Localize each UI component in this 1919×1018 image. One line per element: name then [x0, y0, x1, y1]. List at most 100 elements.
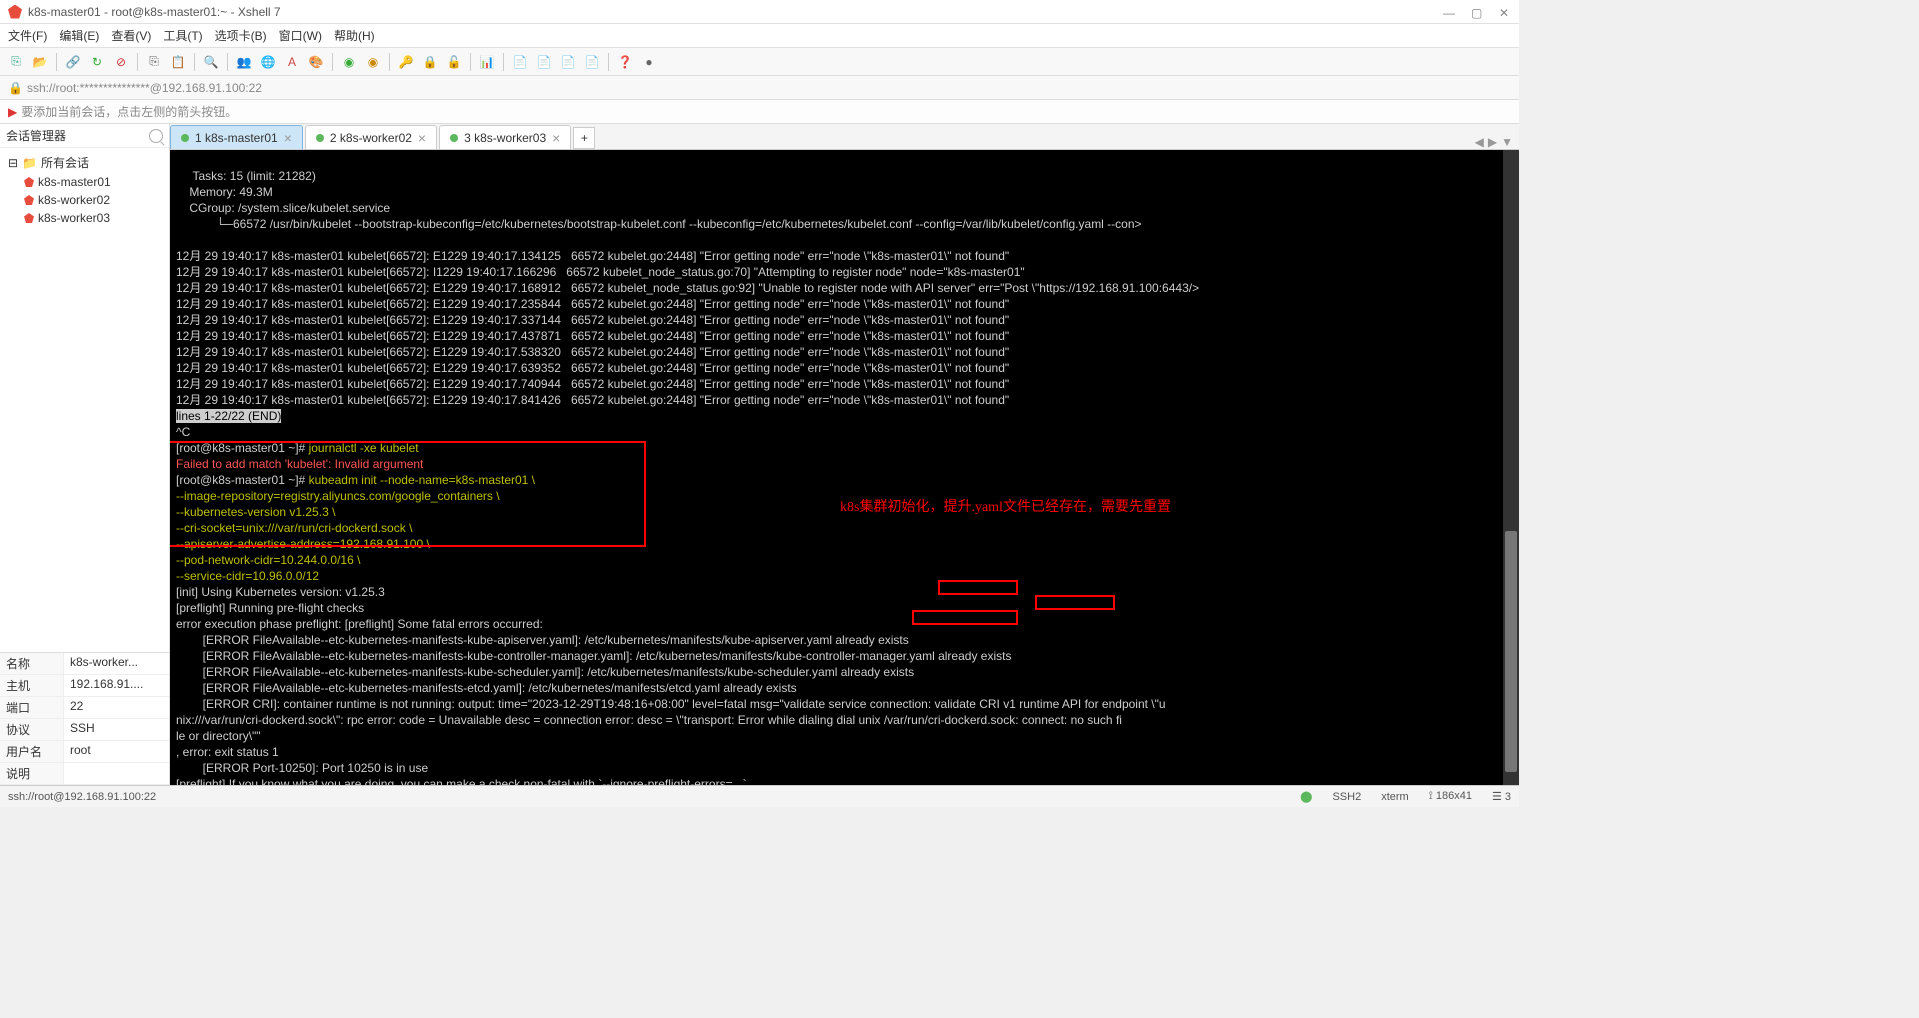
menu-help[interactable]: 帮助(H) — [334, 27, 375, 44]
tree-root[interactable]: ⊟ 📁 所有会话 — [0, 152, 169, 173]
menu-tools[interactable]: 工具(T) — [163, 27, 202, 44]
tab-worker03[interactable]: 3 k8s-worker03 × — [439, 125, 571, 149]
prop-name-v: k8s-worker... — [64, 653, 169, 674]
minimize-button[interactable]: — — [1443, 6, 1455, 18]
tab-worker02[interactable]: 2 k8s-worker02 × — [305, 125, 437, 149]
new-session-icon[interactable]: ⎘ — [8, 54, 24, 70]
open-icon[interactable]: 📂 — [32, 54, 48, 70]
session-tree: ⊟ 📁 所有会话 k8s-master01 k8s-worker02 k8s-w… — [0, 148, 169, 652]
lock-icon[interactable]: 🔒 — [422, 54, 438, 70]
annotation-box-4 — [912, 610, 1018, 625]
tree-item-master01[interactable]: k8s-master01 — [0, 173, 169, 191]
prop-port-k: 端口 — [0, 697, 64, 718]
separator — [503, 53, 504, 71]
help-icon[interactable]: ❓ — [617, 54, 633, 70]
unlock-icon[interactable]: 🔓 — [446, 54, 462, 70]
status-term: xterm — [1381, 791, 1409, 803]
key-icon[interactable]: 🔑 — [398, 54, 414, 70]
tree-item-label: k8s-master01 — [38, 175, 111, 189]
toolbar: ⎘ 📂 🔗 ↻ ⊘ ⎘ 📋 🔍 👥 🌐 A 🎨 ◉ ◉ 🔑 🔒 🔓 📊 📄 📄 … — [0, 48, 1519, 76]
paste-icon[interactable]: 📋 — [170, 54, 186, 70]
tab-add-button[interactable]: + — [573, 127, 595, 149]
font-icon[interactable]: A — [284, 54, 300, 70]
address-text[interactable]: ssh://root:***************@192.168.91.10… — [27, 81, 262, 95]
doc-icon[interactable]: 📄 — [512, 54, 528, 70]
link-icon[interactable]: 🔗 — [65, 54, 81, 70]
folder-icon: 📁 — [22, 156, 37, 170]
tab-master01[interactable]: 1 k8s-master01 × — [170, 125, 303, 149]
terminal[interactable]: Tasks: 15 (limit: 21282) Memory: 49.3M C… — [170, 150, 1519, 785]
app-icon — [8, 5, 22, 19]
host-icon — [24, 195, 34, 205]
menu-tabs[interactable]: 选项卡(B) — [215, 27, 267, 44]
prop-name-k: 名称 — [0, 653, 64, 674]
tab-menu-icon[interactable]: ▼ — [1501, 135, 1513, 149]
doc2-icon[interactable]: 📄 — [536, 54, 552, 70]
scrollbar-thumb[interactable] — [1505, 531, 1517, 772]
doc3-icon[interactable]: 📄 — [560, 54, 576, 70]
separator — [227, 53, 228, 71]
term-line: ^C — [176, 425, 190, 439]
term-line: [ERROR Port-10250]: Port 10250 is in use — [176, 761, 428, 775]
tree-item-worker03[interactable]: k8s-worker03 — [0, 209, 169, 227]
term-line: 12月 29 19:40:17 k8s-master01 kubelet[665… — [176, 249, 1009, 263]
status-dot-icon — [181, 134, 189, 142]
term-line: , error: exit status 1 — [176, 745, 279, 759]
maximize-button[interactable]: ▢ — [1471, 6, 1483, 18]
disconnect-icon[interactable]: ⊘ — [113, 54, 129, 70]
term-line: [ERROR FileAvailable--etc-kubernetes-man… — [176, 681, 797, 695]
term-line: CGroup: /system.slice/kubelet.service — [176, 201, 390, 215]
host-icon — [24, 177, 34, 187]
content-area: 1 k8s-master01 × 2 k8s-worker02 × 3 k8s-… — [170, 124, 1519, 785]
term-line: 12月 29 19:40:17 k8s-master01 kubelet[665… — [176, 281, 1199, 295]
sidebar-search-icon[interactable] — [149, 129, 163, 143]
circle-icon[interactable]: ◉ — [341, 54, 357, 70]
copy-icon[interactable]: ⎘ — [146, 54, 162, 70]
term-line: Tasks: 15 (limit: 21282) — [176, 169, 316, 183]
term-cmd: --pod-network-cidr=10.244.0.0/16 \ — [176, 553, 360, 567]
menu-file[interactable]: 文件(F) — [8, 27, 47, 44]
menu-window[interactable]: 窗口(W) — [279, 27, 322, 44]
globe-icon[interactable]: 🌐 — [260, 54, 276, 70]
tab-prev-icon[interactable]: ◀ — [1475, 135, 1484, 149]
annotation-box-2 — [938, 580, 1018, 595]
collapse-icon: ⊟ — [8, 156, 18, 170]
term-line: 12月 29 19:40:17 k8s-master01 kubelet[665… — [176, 393, 1009, 407]
doc4-icon[interactable]: 📄 — [584, 54, 600, 70]
address-bar: 🔒 ssh://root:***************@192.168.91.… — [0, 76, 1519, 100]
chart-icon[interactable]: 📊 — [479, 54, 495, 70]
circle2-icon[interactable]: ◉ — [365, 54, 381, 70]
term-line: Memory: 49.3M — [176, 185, 273, 199]
tab-close-icon[interactable]: × — [418, 130, 426, 146]
term-line: already exists — [938, 649, 1011, 663]
term-line: 12月 29 19:40:17 k8s-master01 kubelet[665… — [176, 361, 1009, 375]
term-line: 12月 29 19:40:17 k8s-master01 kubelet[665… — [176, 329, 1009, 343]
tab-close-icon[interactable]: × — [552, 130, 560, 146]
prop-host-v: 192.168.91.... — [64, 675, 169, 696]
tab-next-icon[interactable]: ▶ — [1488, 135, 1497, 149]
term-line: [preflight] Running pre-flight checks — [176, 601, 364, 615]
hint-bar: ▶ 要添加当前会话，点击左侧的箭头按钮。 — [0, 100, 1519, 124]
term-line: 12月 29 19:40:17 k8s-master01 kubelet[665… — [176, 313, 1009, 327]
tab-label: 3 k8s-worker03 — [464, 131, 546, 145]
reconnect-icon[interactable]: ↻ — [89, 54, 105, 70]
menu-view[interactable]: 查看(V) — [111, 27, 151, 44]
ssh-status-icon: ⬤ — [1300, 790, 1312, 803]
menu-edit[interactable]: 编辑(E) — [59, 27, 99, 44]
term-line: [ERROR CRI]: container runtime is not ru… — [176, 697, 1166, 711]
close-button[interactable]: ✕ — [1499, 6, 1511, 18]
host-icon — [24, 213, 34, 223]
search-icon[interactable]: 🔍 — [203, 54, 219, 70]
sidebar-header: 会话管理器 — [0, 124, 169, 148]
sidebar-title: 会话管理器 — [6, 127, 66, 144]
tab-close-icon[interactable]: × — [284, 130, 292, 146]
tree-item-worker02[interactable]: k8s-worker02 — [0, 191, 169, 209]
term-line-highlight: lines 1-22/22 (END) — [176, 409, 281, 423]
about-icon[interactable]: ● — [641, 54, 657, 70]
term-line: nix:///var/run/cri-dockerd.sock\": rpc e… — [176, 713, 1122, 727]
separator — [608, 53, 609, 71]
users-icon[interactable]: 👥 — [236, 54, 252, 70]
prop-desc-v — [64, 763, 169, 784]
terminal-scrollbar[interactable] — [1503, 150, 1519, 785]
palette-icon[interactable]: 🎨 — [308, 54, 324, 70]
